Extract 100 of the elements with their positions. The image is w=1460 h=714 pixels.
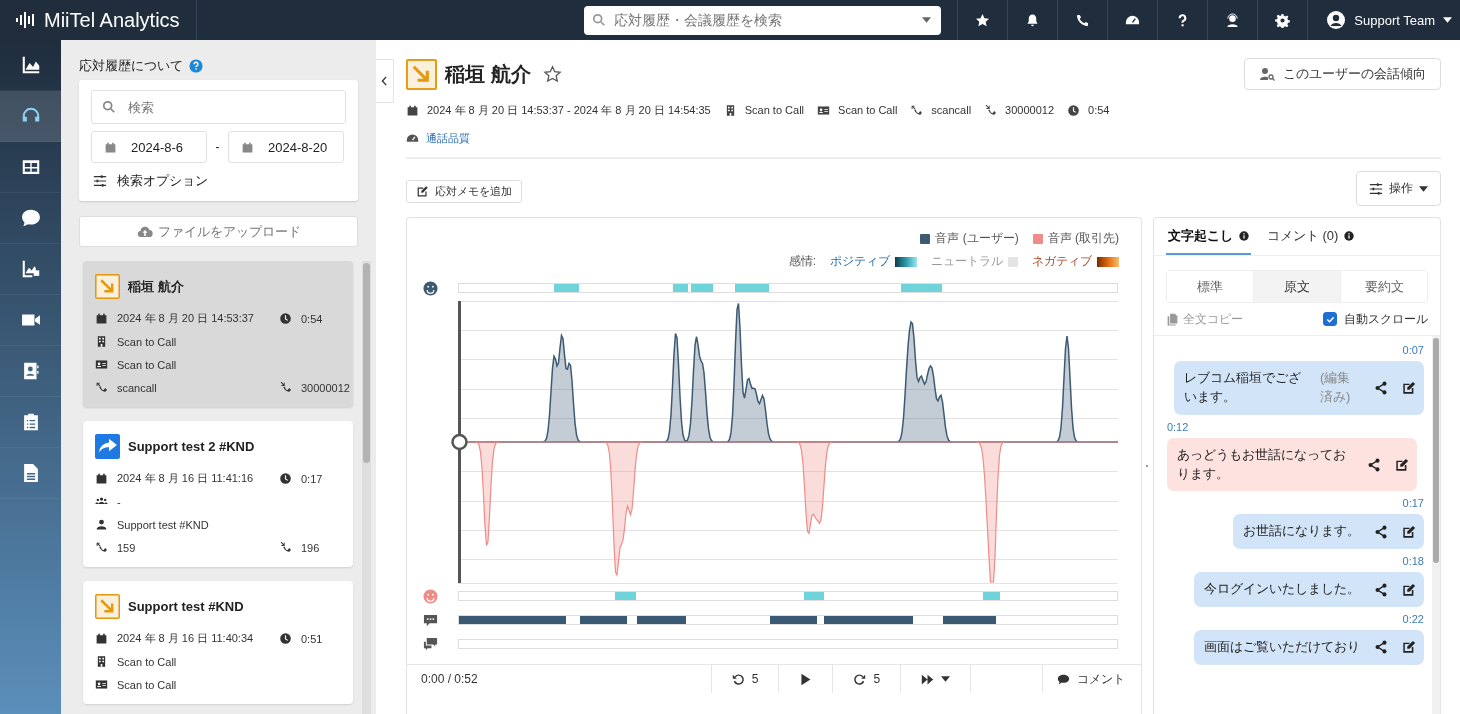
person-icon [95,518,108,531]
call-detail: Scan to Call [744,104,805,116]
incoming-call-icon [279,381,292,394]
info-icon [1344,230,1355,241]
help-icon[interactable] [189,59,203,73]
search-field[interactable]: 検索 [126,98,335,116]
share-icon[interactable] [1374,640,1388,655]
call-detail: Scan to Call [117,358,177,371]
call-detail: - [117,495,121,508]
sentiment-swatch [1008,256,1018,267]
info-icon [1238,230,1249,241]
clock-icon [1067,103,1081,117]
comments-icon [423,636,438,652]
share-icon[interactable] [1374,380,1388,395]
sentiment-legend-label: ネガティブ [1032,253,1092,270]
call-detail: 30000012 [1005,104,1055,116]
caret-icon [1443,17,1452,23]
smiley-icon [423,588,438,604]
speech-segment [770,616,817,624]
phone-icon [1075,12,1091,28]
call-card[interactable]: 稲垣 航介 2024 年 8 月 20 日 14:53:37 0:54 Scan to Call Scan to Call scancall 30000012 [83,261,353,407]
sentiment-segment [735,284,770,292]
call-card[interactable]: Support test 2 #KND 2024 年 8 月 16 日 11:41:16 0:17 - Support test #KND 159 196 [83,421,353,567]
incoming-call-icon [984,103,998,117]
building-icon [95,335,108,348]
logo-bars-icon [16,12,36,28]
forward-button[interactable]: 5 [832,665,901,693]
settings-icon [1275,12,1291,28]
scrollbar-thumb[interactable] [1433,338,1439,563]
clock-icon [279,632,292,645]
view-mode-button[interactable]: 原文 [1252,271,1340,302]
user-avatar-icon [1326,10,1347,30]
favorite-star-icon[interactable] [542,64,562,84]
call-card[interactable]: Support test #KND 2024 年 8 月 16 日 11:40:34 0:51 Scan to Call Scan to Call [83,581,353,704]
search-box[interactable]: 検索 [91,90,346,124]
message-time: 0:07 [1402,344,1424,356]
share-icon[interactable] [1374,582,1388,597]
sentiment-swatch [1097,256,1119,267]
calls-nav-button[interactable] [0,91,61,142]
incoming-arrow-icon [95,594,120,619]
speech-segment [637,616,687,624]
edit-icon [416,185,429,198]
rewind-button[interactable]: 5 [711,665,779,693]
search-icon [592,13,607,27]
caret-icon [922,17,932,23]
transcript-tab[interactable]: コメント (0) [1264,218,1357,255]
edit-icon[interactable] [1402,380,1416,395]
start-date-field[interactable]: 2024-8-6 [91,131,207,163]
conversation-trend-button[interactable]: このユーザーの会話傾向 [1244,58,1441,90]
playhead-handle[interactable] [451,301,468,583]
edit-icon[interactable] [1402,640,1416,655]
sentiment-label: 感情: [788,253,816,270]
comment-button[interactable]: コメント [1042,665,1127,693]
checkbox[interactable] [1323,312,1337,326]
add-memo-button[interactable]: 応対メモを追加 [406,180,522,203]
speech-bubble-icon [1057,672,1070,686]
call-detail: 196 [301,541,320,554]
view-mode-button[interactable]: 要約文 [1340,271,1427,302]
legend-label: 音声 (取引先) [1047,230,1119,247]
share-icon[interactable] [1374,524,1388,539]
search-options-button[interactable]: 検索オプション [91,171,208,191]
speech-segment [579,616,628,624]
global-search-box[interactable]: 応対履歴・会議履歴を検索 [584,5,942,35]
auto-scroll-checkbox[interactable]: 自動スクロール [1323,310,1428,328]
call-quality-link[interactable]: 通話品質 [426,130,470,146]
message-time: 0:18 [1402,555,1424,568]
sentiment-legend-label: ニュートラル [931,253,1003,270]
end-date-field[interactable]: 2024-8-20 [228,131,344,163]
calendar-icon [95,632,108,645]
share-icon[interactable] [1366,457,1381,472]
scrollbar[interactable] [362,261,371,714]
transcript-tab[interactable]: 文字起こし [1165,218,1251,255]
fast-forward-icon [921,672,935,686]
search-icon [102,100,116,114]
outgoing-call-icon [95,381,108,394]
edit-icon[interactable] [1402,582,1416,597]
sentiment-segment [614,592,637,600]
sentiment-segment [673,284,689,292]
scrollbar[interactable] [1432,336,1440,714]
sentiment-segment [691,284,714,292]
call-detail: scancall [117,381,157,394]
edited-note: (編集済み) [1320,369,1352,406]
global-search-field[interactable]: 応対履歴・会議履歴を検索 [612,11,917,29]
app-logo: MiiTel Analytics [44,8,180,32]
sentiment-segment [983,592,1001,600]
copy-icon [1165,312,1179,326]
upload-file-button[interactable]: ファイルをアップロード [79,216,358,247]
caret-icon [1419,185,1428,192]
sentiment-segment [803,592,824,600]
actions-menu-button[interactable]: 操作 [1356,171,1441,206]
edit-icon[interactable] [1402,524,1416,539]
clock-icon [279,472,292,485]
call-detail: scancall [931,104,972,116]
call-detail: Scan to Call [117,678,177,691]
call-detail: Scan to Call [117,655,177,668]
edit-icon[interactable] [1394,457,1409,472]
message-text: レブコム稲垣でございます。 [1184,369,1302,406]
scrollbar-thumb[interactable] [363,263,370,463]
message-time: 0:17 [1402,497,1424,510]
building-icon [95,655,108,668]
